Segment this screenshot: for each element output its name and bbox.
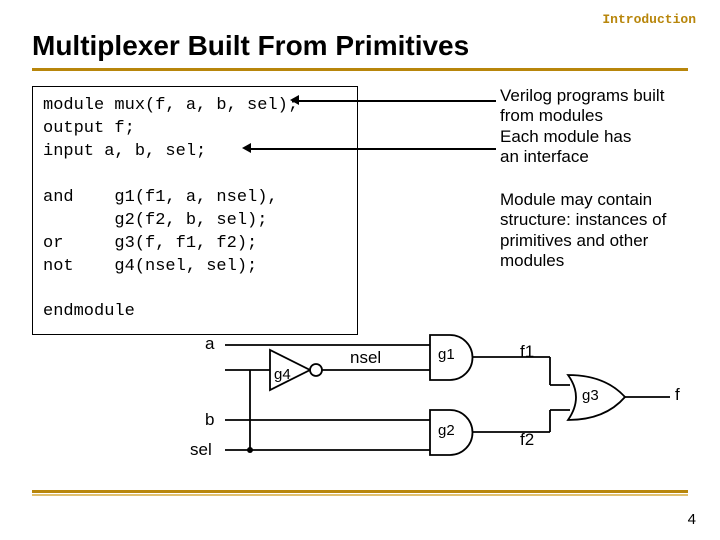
code-line: and g1(f1, a, nsel),	[43, 188, 278, 207]
code-line: module mux(f, a, b, sel);	[43, 96, 298, 115]
footer-rule	[32, 490, 688, 493]
label-f2: f2	[520, 430, 534, 450]
arrow-to-interface	[248, 148, 496, 150]
code-block: module mux(f, a, b, sel); output f; inpu…	[32, 86, 358, 335]
label-g1: g1	[438, 346, 455, 363]
label-a: a	[205, 334, 214, 354]
footer-rule-light	[32, 494, 688, 496]
arrow-to-module	[296, 100, 496, 102]
circuit-diagram: a b sel g4 nsel g1 g2 f1 f2 g3 f	[150, 330, 690, 480]
label-g3: g3	[582, 387, 599, 404]
arrow-head	[290, 95, 299, 105]
label-f: f	[675, 385, 680, 405]
label-b: b	[205, 410, 214, 430]
annotation-structure: Module may contain structure: instances …	[500, 190, 666, 272]
code-line: or g3(f, f1, f2);	[43, 234, 257, 253]
annot-line: an interface	[500, 147, 664, 167]
circuit-svg	[150, 330, 690, 480]
section-header: Introduction	[602, 12, 696, 27]
annot-line: from modules	[500, 106, 664, 126]
label-g4: g4	[274, 366, 291, 383]
code-line: endmodule	[43, 302, 135, 321]
page-title: Multiplexer Built From Primitives	[32, 30, 469, 62]
annot-line: Verilog programs built	[500, 86, 664, 106]
code-line: input a, b, sel;	[43, 142, 206, 161]
page-number: 4	[688, 511, 696, 528]
code-line: g2(f2, b, sel);	[43, 211, 267, 230]
annot-line: Module may contain	[500, 190, 666, 210]
arrow-head	[242, 143, 251, 153]
label-sel: sel	[190, 440, 212, 460]
title-underline	[32, 68, 688, 71]
code-line: not g4(nsel, sel);	[43, 257, 257, 276]
label-nsel: nsel	[350, 348, 381, 368]
annotation-modules: Verilog programs built from modules Each…	[500, 86, 664, 168]
annot-line: Each module has	[500, 127, 664, 147]
code-line: output f;	[43, 119, 135, 138]
annot-line: primitives and other	[500, 231, 666, 251]
label-f1: f1	[520, 342, 534, 362]
label-g2: g2	[438, 422, 455, 439]
annot-line: structure: instances of	[500, 210, 666, 230]
annot-line: modules	[500, 251, 666, 271]
